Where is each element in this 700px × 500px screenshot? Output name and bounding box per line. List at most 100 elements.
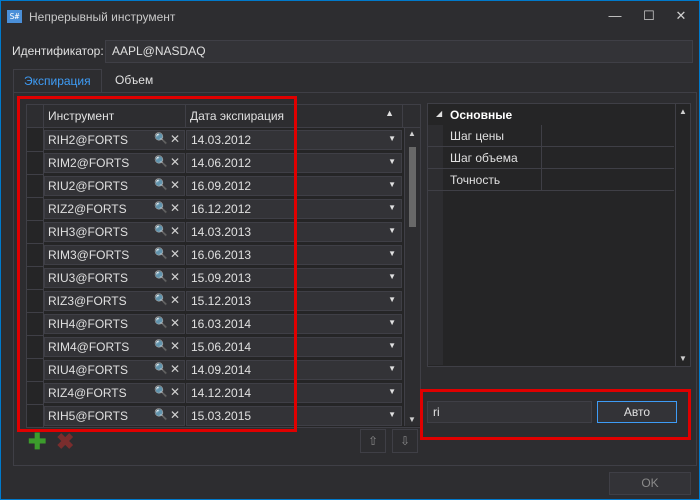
property-row-precision[interactable]: Точность [428,169,674,191]
row-selector[interactable] [27,266,44,290]
row-selector[interactable] [27,381,44,405]
instrument-cell[interactable]: RIU4@FORTS 🔍 ✕ [44,360,185,380]
move-up-button[interactable]: ⇧ [360,429,386,453]
expiration-date-cell[interactable]: 14.03.2013 ▼ [186,222,402,242]
table-row[interactable]: RIU4@FORTS 🔍 ✕ 14.09.2014 ▼ [27,358,403,382]
search-icon[interactable]: 🔍 [154,270,168,283]
instrument-cell[interactable]: RIZ2@FORTS 🔍 ✕ [44,199,185,219]
row-selector[interactable] [27,312,44,336]
row-selector[interactable] [27,289,44,313]
expiration-date-cell[interactable]: 14.03.2012 ▼ [186,130,402,150]
search-icon[interactable]: 🔍 [154,408,168,421]
chevron-down-icon[interactable]: ▼ [388,180,396,189]
close-button[interactable]: ✕ [667,5,695,27]
grid-scrollbar[interactable]: ▲ ▼ [404,128,420,426]
property-scrollbar[interactable]: ▲ ▼ [675,104,691,366]
table-row[interactable]: RIM4@FORTS 🔍 ✕ 15.06.2014 ▼ [27,335,403,359]
clear-icon[interactable]: ✕ [170,362,180,376]
table-row[interactable]: RIM3@FORTS 🔍 ✕ 16.06.2013 ▼ [27,243,403,267]
chevron-down-icon[interactable]: ▼ [388,318,396,327]
chevron-down-icon[interactable]: ▼ [388,387,396,396]
expiration-date-cell[interactable]: 15.03.2015 ▼ [186,406,402,426]
row-selector[interactable] [27,128,44,152]
chevron-down-icon[interactable]: ▼ [388,157,396,166]
search-icon[interactable]: 🔍 [154,178,168,191]
table-row[interactable]: RIH5@FORTS 🔍 ✕ 15.03.2015 ▼ [27,404,403,427]
table-row[interactable]: RIZ4@FORTS 🔍 ✕ 14.12.2014 ▼ [27,381,403,405]
instrument-cell[interactable]: RIU2@FORTS 🔍 ✕ [44,176,185,196]
instrument-cell[interactable]: RIM2@FORTS 🔍 ✕ [44,153,185,173]
table-row[interactable]: RIU2@FORTS 🔍 ✕ 16.09.2012 ▼ [27,174,403,198]
property-grid[interactable]: ◢ Основные Шаг цены Шаг объема Точность … [427,103,691,367]
table-row[interactable]: RIZ3@FORTS 🔍 ✕ 15.12.2013 ▼ [27,289,403,313]
table-row[interactable]: RIH2@FORTS 🔍 ✕ 14.03.2012 ▼ [27,128,403,152]
search-icon[interactable]: 🔍 [154,155,168,168]
tab-volume[interactable]: Объем [105,69,163,91]
scroll-up-arrow-icon[interactable]: ▲ [408,129,416,138]
instrument-cell[interactable]: RIM3@FORTS 🔍 ✕ [44,245,185,265]
maximize-button[interactable]: ☐ [635,5,663,27]
expiration-date-cell[interactable]: 15.09.2013 ▼ [186,268,402,288]
expiration-date-cell[interactable]: 16.12.2012 ▼ [186,199,402,219]
search-icon[interactable]: 🔍 [154,224,168,237]
scroll-down-arrow-icon[interactable]: ▼ [408,415,416,424]
instrument-cell[interactable]: RIM4@FORTS 🔍 ✕ [44,337,185,357]
add-row-icon[interactable]: ✚ [28,431,46,453]
clear-icon[interactable]: ✕ [170,247,180,261]
column-header-expiration-date[interactable]: Дата экспирация ▲ [186,105,403,127]
scroll-down-arrow-icon[interactable]: ▼ [679,354,687,363]
identifier-field[interactable]: AAPL@NASDAQ [105,40,693,63]
chevron-down-icon[interactable]: ▼ [388,341,396,350]
table-row[interactable]: RIH3@FORTS 🔍 ✕ 14.03.2013 ▼ [27,220,403,244]
clear-icon[interactable]: ✕ [170,178,180,192]
row-selector[interactable] [27,404,44,427]
chevron-down-icon[interactable]: ▼ [388,364,396,373]
expiration-date-cell[interactable]: 16.09.2012 ▼ [186,176,402,196]
delete-row-icon[interactable]: ✖ [56,431,74,453]
clear-icon[interactable]: ✕ [170,155,180,169]
table-row[interactable]: RIM2@FORTS 🔍 ✕ 14.06.2012 ▼ [27,151,403,175]
scroll-up-arrow-icon[interactable]: ▲ [679,107,687,116]
instrument-cell[interactable]: RIH4@FORTS 🔍 ✕ [44,314,185,334]
search-icon[interactable]: 🔍 [154,339,168,352]
clear-icon[interactable]: ✕ [170,316,180,330]
search-icon[interactable]: 🔍 [154,132,168,145]
property-category[interactable]: ◢ Основные [428,104,674,125]
auto-button[interactable]: Авто [597,401,677,423]
clear-icon[interactable]: ✕ [170,293,180,307]
ok-button[interactable]: OK [609,472,691,495]
scrollbar-thumb[interactable] [409,147,416,227]
expiration-date-cell[interactable]: 14.12.2014 ▼ [186,383,402,403]
expiration-grid[interactable]: Инструмент Дата экспирация ▲ RIH2@FORTS 🔍… [26,104,421,428]
instrument-cell[interactable]: RIZ4@FORTS 🔍 ✕ [44,383,185,403]
search-icon[interactable]: 🔍 [154,293,168,306]
expiration-date-cell[interactable]: 14.09.2014 ▼ [186,360,402,380]
table-row[interactable]: RIZ2@FORTS 🔍 ✕ 16.12.2012 ▼ [27,197,403,221]
chevron-down-icon[interactable]: ▼ [388,272,396,281]
expiration-date-cell[interactable]: 15.06.2014 ▼ [186,337,402,357]
chevron-down-icon[interactable]: ▼ [388,295,396,304]
expiration-date-cell[interactable]: 16.06.2013 ▼ [186,245,402,265]
clear-icon[interactable]: ✕ [170,224,180,238]
chevron-down-icon[interactable]: ▼ [388,226,396,235]
instrument-cell[interactable]: RIZ3@FORTS 🔍 ✕ [44,291,185,311]
search-icon[interactable]: 🔍 [154,362,168,375]
instrument-cell[interactable]: RIH3@FORTS 🔍 ✕ [44,222,185,242]
property-row-volume-step[interactable]: Шаг объема [428,147,674,169]
clear-icon[interactable]: ✕ [170,408,180,422]
chevron-down-icon[interactable]: ▼ [388,410,396,419]
row-selector[interactable] [27,220,44,244]
clear-icon[interactable]: ✕ [170,270,180,284]
search-icon[interactable]: 🔍 [154,316,168,329]
property-row-price-step[interactable]: Шаг цены [428,125,674,147]
row-selector[interactable] [27,358,44,382]
instrument-cell[interactable]: RIH5@FORTS 🔍 ✕ [44,406,185,426]
clear-icon[interactable]: ✕ [170,132,180,146]
row-selector[interactable] [27,243,44,267]
instrument-cell[interactable]: RIH2@FORTS 🔍 ✕ [44,130,185,150]
clear-icon[interactable]: ✕ [170,385,180,399]
chevron-down-icon[interactable]: ▼ [388,134,396,143]
table-row[interactable]: RIH4@FORTS 🔍 ✕ 16.03.2014 ▼ [27,312,403,336]
expiration-date-cell[interactable]: 16.03.2014 ▼ [186,314,402,334]
column-header-instrument[interactable]: Инструмент [44,105,186,127]
